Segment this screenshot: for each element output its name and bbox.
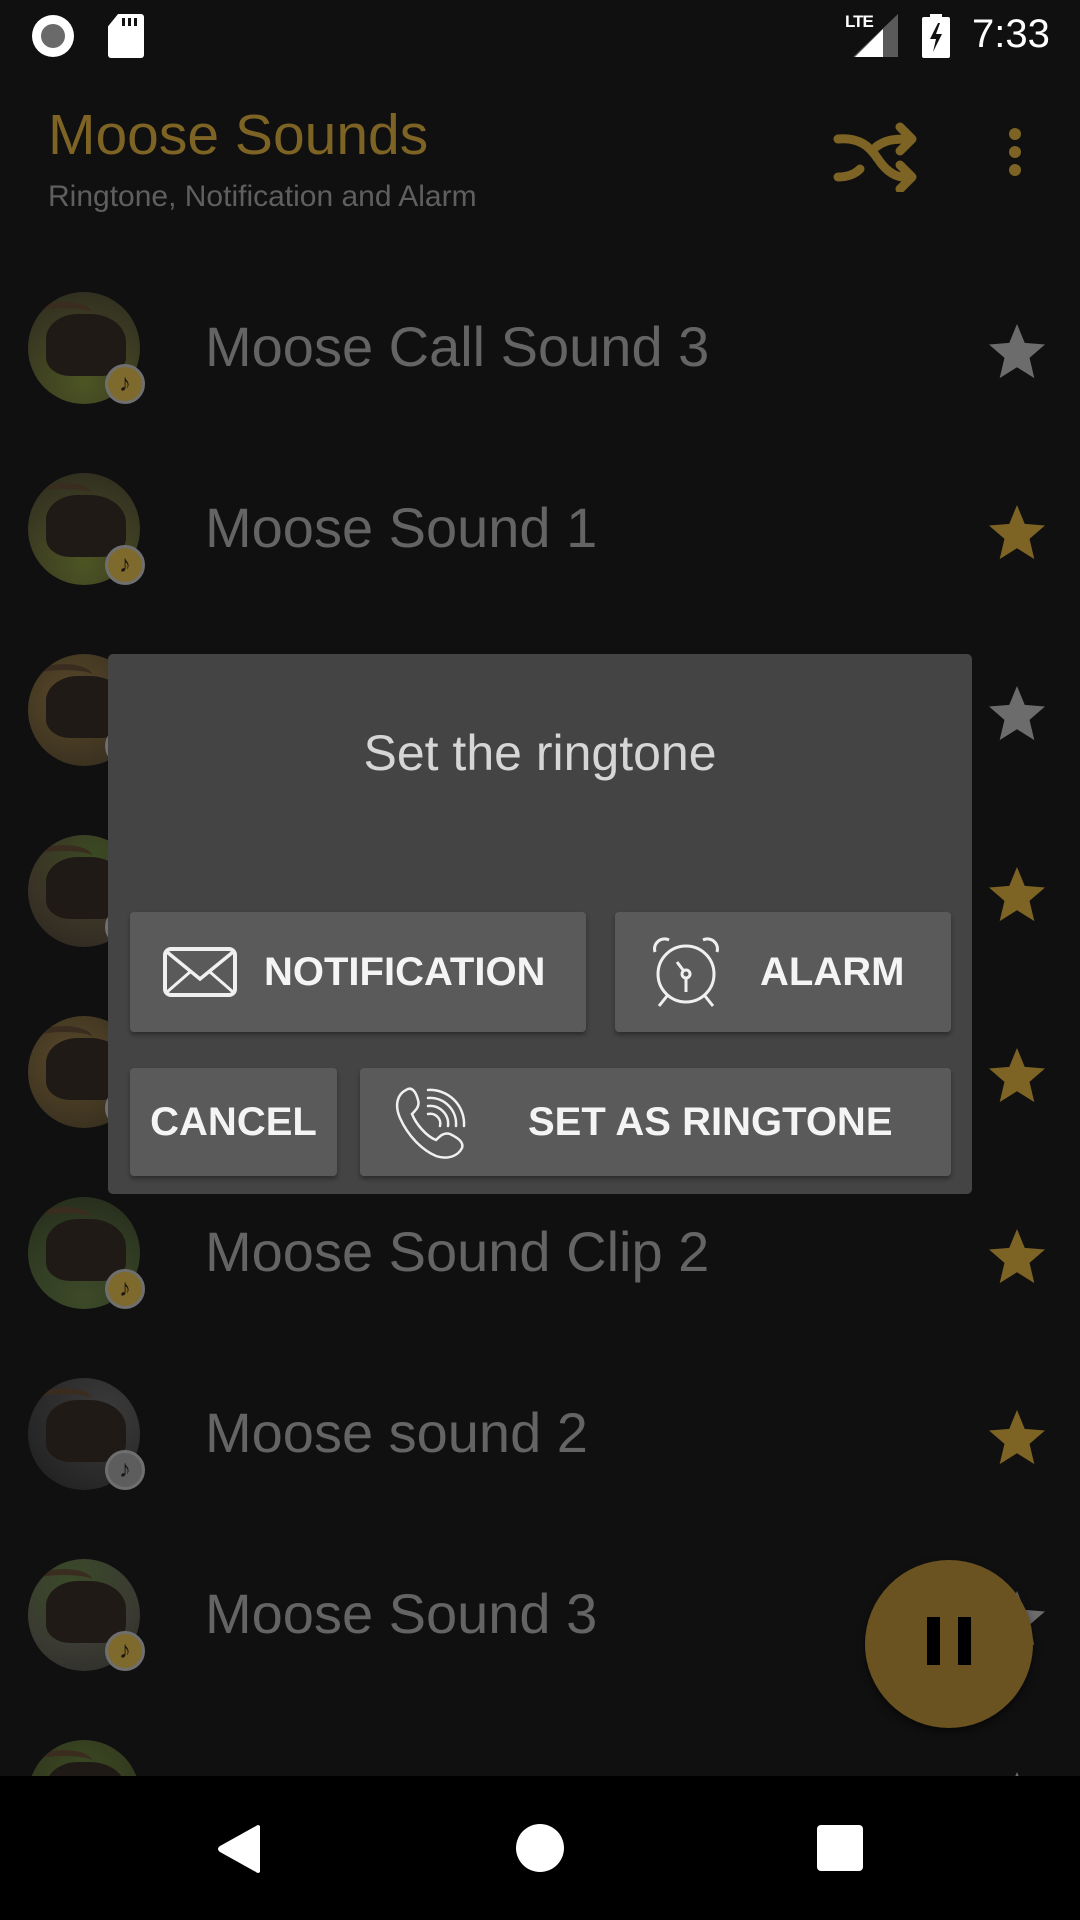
sound-list-item[interactable]: ♪ Moose sound 2 [0, 1348, 1080, 1529]
sound-title: Moose Sound Clip 2 [205, 1220, 710, 1283]
favorite-star-filled-icon[interactable] [985, 863, 1049, 927]
favorite-star-filled-icon[interactable] [985, 1225, 1049, 1289]
clock: 7:33 [972, 12, 1050, 56]
sound-title: Moose Call Sound 3 [205, 315, 710, 378]
battery-charging-icon [922, 14, 950, 58]
signal-icon [853, 14, 898, 57]
status-bar: LTE 7:33 [0, 0, 1080, 72]
music-note-icon: ♪ [105, 1269, 145, 1309]
back-icon[interactable] [216, 1824, 262, 1874]
navigation-bar [0, 1776, 1080, 1920]
sound-title: Moose sound 2 [205, 1401, 588, 1464]
dialog-title: Set the ringtone [363, 725, 717, 781]
set-as-ringtone-button[interactable]: SET AS RINGTONE [360, 1068, 951, 1176]
phone-ringing-icon [395, 1087, 466, 1159]
sound-list-item[interactable]: ♪ Moose Sound 1 [0, 443, 1080, 624]
shuffle-icon[interactable] [830, 117, 920, 192]
record-icon [32, 15, 74, 57]
sound-title: Moose Sound 3 [205, 1582, 598, 1645]
app-title: Moose Sounds [48, 103, 429, 167]
sd-card-icon [108, 14, 144, 58]
alarm-clock-icon [653, 937, 719, 1007]
notification-label: NOTIFICATION [264, 949, 546, 994]
home-icon[interactable] [516, 1824, 564, 1872]
sound-list-item[interactable]: ♪ Moose Call Sound 3 [0, 262, 1080, 443]
cancel-button[interactable]: CANCEL [130, 1068, 337, 1176]
favorite-star-filled-icon[interactable] [985, 1406, 1049, 1470]
music-note-icon: ♪ [105, 1450, 145, 1490]
music-note-icon: ♪ [105, 364, 145, 404]
app-subtitle: Ringtone, Notification and Alarm [48, 180, 477, 213]
sound-list-item[interactable]: ♪ Moose Sound Clip 2 [0, 1167, 1080, 1348]
favorite-star-filled-icon[interactable] [985, 501, 1049, 565]
more-vert-icon[interactable] [990, 122, 1040, 192]
alarm-button[interactable]: ALARM [615, 912, 951, 1032]
pause-button[interactable] [865, 1560, 1033, 1728]
set-as-ringtone-label: SET AS RINGTONE [528, 1099, 893, 1144]
notification-button[interactable]: NOTIFICATION [130, 912, 586, 1032]
cancel-label: CANCEL [150, 1099, 317, 1144]
favorite-star-empty-icon[interactable] [985, 320, 1049, 384]
sound-title: Moose Sound 1 [205, 496, 598, 559]
music-note-icon: ♪ [105, 1631, 145, 1671]
app-bar: Moose Sounds Ringtone, Notification and … [0, 72, 1080, 242]
recents-icon[interactable] [817, 1825, 863, 1871]
favorite-star-empty-icon[interactable] [985, 682, 1049, 746]
music-note-icon: ♪ [105, 545, 145, 585]
envelope-icon [163, 947, 237, 997]
favorite-star-filled-icon[interactable] [985, 1044, 1049, 1108]
alarm-label: ALARM [760, 949, 905, 994]
set-ringtone-dialog: Set the ringtone NOTIFICATION ALARM CANC… [108, 654, 972, 1194]
